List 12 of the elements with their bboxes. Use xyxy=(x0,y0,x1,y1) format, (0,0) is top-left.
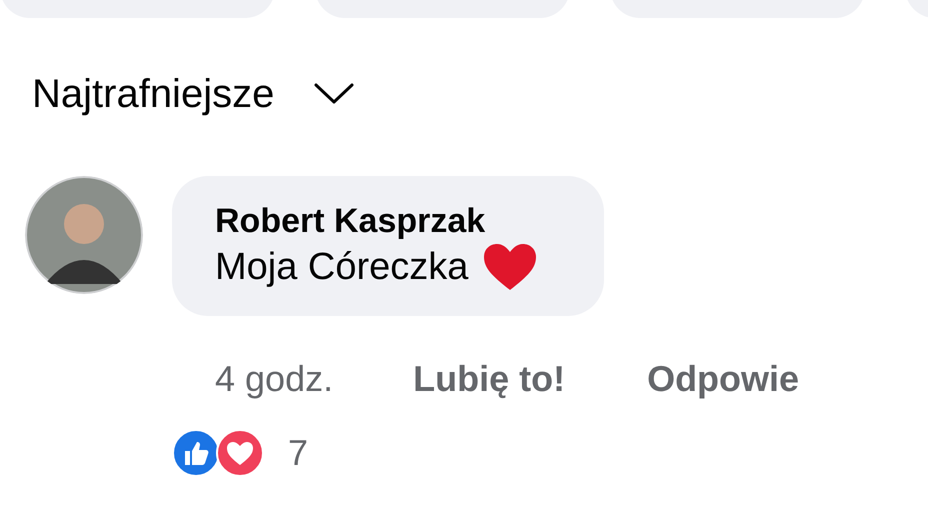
reply-link[interactable]: Odpowie xyxy=(647,352,800,406)
like-reaction-icon xyxy=(172,429,220,477)
like-link[interactable]: Lubię to! xyxy=(413,352,566,406)
author-name[interactable]: Robert Kasprzak xyxy=(215,200,538,242)
reaction-count[interactable]: 7 xyxy=(288,426,308,480)
avatar[interactable] xyxy=(25,176,143,294)
sort-dropdown[interactable]: Najtrafniejsze xyxy=(32,70,274,118)
comment-text: Moja Córeczka xyxy=(215,245,468,290)
chevron-down-icon[interactable] xyxy=(314,83,354,105)
heart-icon xyxy=(482,242,538,292)
comment-time: 4 godz. xyxy=(215,357,334,401)
love-reaction-icon xyxy=(216,429,264,477)
